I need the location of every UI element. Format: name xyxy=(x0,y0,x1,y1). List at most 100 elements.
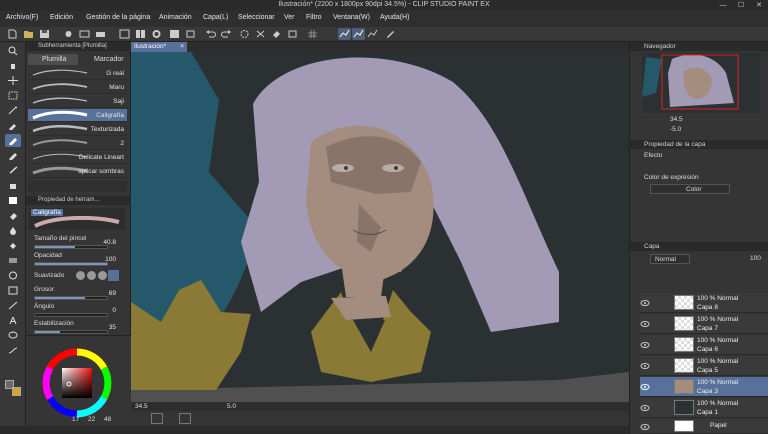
color-wheel[interactable] xyxy=(38,348,116,418)
thickness-slider[interactable] xyxy=(34,296,108,300)
menu-ventana[interactable]: Ventana(W) xyxy=(333,14,370,21)
snap-ruler-icon[interactable] xyxy=(338,28,351,40)
menu-capa[interactable]: Capa(L) xyxy=(203,14,228,21)
eyedropper-icon[interactable] xyxy=(5,119,21,132)
pen-tool-icon[interactable] xyxy=(5,134,21,147)
eye-icon[interactable] xyxy=(640,299,650,307)
expression-select[interactable]: Color xyxy=(650,184,730,194)
eye-icon[interactable] xyxy=(640,404,650,412)
eye-icon[interactable] xyxy=(640,320,650,328)
blend-mode-select[interactable]: Normal xyxy=(650,254,690,264)
pencil-tool-icon[interactable] xyxy=(5,149,21,162)
magic-wand-icon[interactable] xyxy=(5,104,21,117)
new-file-icon[interactable] xyxy=(6,28,19,40)
brush-item-selected[interactable]: Caligrafía xyxy=(28,109,127,122)
prop-brush-size[interactable]: Tamaño del pincel 40.8 xyxy=(34,235,130,252)
smoothing-option-icon[interactable] xyxy=(76,271,85,280)
eye-icon[interactable] xyxy=(640,423,650,431)
brush-item[interactable]: Maru xyxy=(28,81,127,94)
navigator-preview[interactable] xyxy=(642,53,760,113)
angle-slider[interactable] xyxy=(34,313,108,317)
tab-close-icon[interactable]: × xyxy=(180,42,184,52)
minimize-button[interactable]: — xyxy=(714,0,732,11)
snap-grid-icon[interactable] xyxy=(366,28,379,40)
shape-tool-icon[interactable] xyxy=(5,269,21,282)
settings-icon[interactable] xyxy=(150,28,163,40)
brush-item[interactable]: G real xyxy=(28,67,127,80)
menu-edicion[interactable]: Edición xyxy=(50,14,73,21)
menu-gestion-pagina[interactable]: Gestión de la página xyxy=(86,14,150,21)
snap-special-ruler-icon[interactable] xyxy=(352,28,365,40)
undo-icon[interactable] xyxy=(204,28,217,40)
layer-row-paper[interactable]: Papel xyxy=(640,419,768,434)
layer-row[interactable]: 100 % Normal Capa 5 xyxy=(640,356,768,376)
print-icon[interactable] xyxy=(94,28,107,40)
zoom-tool-icon[interactable] xyxy=(5,44,21,57)
ruler-tool-icon[interactable] xyxy=(5,299,21,312)
tab-marcador[interactable]: Marcador xyxy=(80,54,128,65)
menu-filtro[interactable]: Filtro xyxy=(306,14,322,21)
redo-icon[interactable] xyxy=(220,28,233,40)
brush-item[interactable]: Saji xyxy=(28,95,127,108)
smoothing-selected-icon[interactable] xyxy=(108,270,119,281)
layout-icon[interactable] xyxy=(118,28,131,40)
smoothing-option-icon[interactable] xyxy=(98,271,107,280)
document-tab[interactable]: Ilustración* × xyxy=(131,42,187,52)
tab-plumilla[interactable]: Plumilla xyxy=(28,54,78,65)
stabilization-slider[interactable] xyxy=(34,330,108,334)
menu-ver[interactable]: Ver xyxy=(284,14,295,21)
brush-tool-icon[interactable] xyxy=(5,164,21,177)
panel-icon[interactable] xyxy=(168,28,181,40)
hand-tool-icon[interactable] xyxy=(5,59,21,72)
text-tool-icon[interactable] xyxy=(5,314,21,327)
brush-item[interactable]: aplicar sombras xyxy=(28,165,127,178)
layer-row[interactable]: 100 % Normal Capa 7 xyxy=(640,314,768,334)
cloud-icon[interactable] xyxy=(62,28,75,40)
eye-icon[interactable] xyxy=(640,362,650,370)
eye-icon[interactable] xyxy=(640,341,650,349)
deselect-icon[interactable] xyxy=(254,28,267,40)
gradient-tool-icon[interactable] xyxy=(5,254,21,267)
frame-tool-icon[interactable] xyxy=(5,284,21,297)
selection-tool-icon[interactable] xyxy=(5,89,21,102)
smoothing-option-icon[interactable] xyxy=(87,271,96,280)
fill-icon[interactable] xyxy=(270,28,283,40)
brush-item[interactable]: Texturizada xyxy=(28,123,127,136)
sub-color-swatch[interactable] xyxy=(12,387,21,396)
canvas-fit-icon[interactable] xyxy=(179,413,191,424)
animation-icon[interactable] xyxy=(134,28,147,40)
brush-item[interactable]: Delicate Lineart xyxy=(28,151,127,164)
prop-smoothing[interactable]: Suavizado xyxy=(34,269,130,286)
blend-tool-icon[interactable] xyxy=(5,224,21,237)
brush-item[interactable]: 2 xyxy=(28,137,127,150)
fill-tool-icon[interactable] xyxy=(5,239,21,252)
move-tool-icon[interactable] xyxy=(5,74,21,87)
airbrush-tool-icon[interactable] xyxy=(5,179,21,192)
pen-icon[interactable] xyxy=(384,28,397,40)
export-icon[interactable] xyxy=(78,28,91,40)
menu-ayuda[interactable]: Ayuda(H) xyxy=(380,14,409,21)
prop-angle[interactable]: Ángulo 0 xyxy=(34,303,130,320)
stack-icon[interactable] xyxy=(184,28,197,40)
grid-icon[interactable] xyxy=(306,28,319,40)
opacity-slider[interactable] xyxy=(34,262,108,266)
close-button[interactable]: ✕ xyxy=(750,0,768,11)
brush-size-slider[interactable] xyxy=(34,245,108,249)
layer-row[interactable]: 100 % Normal Capa 1 xyxy=(640,398,768,418)
open-file-icon[interactable] xyxy=(22,28,35,40)
menu-archivo[interactable]: Archivo(F) xyxy=(6,14,38,21)
balloon-tool-icon[interactable] xyxy=(5,329,21,342)
layer-row-selected[interactable]: 100 % Normal Capa 3 xyxy=(640,377,768,397)
transform-icon[interactable] xyxy=(286,28,299,40)
prop-opacity[interactable]: Opacidad 100 xyxy=(34,252,130,269)
maximize-button[interactable]: ☐ xyxy=(732,0,750,11)
menu-seleccionar[interactable]: Seleccionar xyxy=(238,14,275,21)
loading-icon[interactable] xyxy=(238,28,251,40)
save-icon[interactable] xyxy=(38,28,51,40)
layer-row[interactable]: 100 % Normal Capa 8 xyxy=(640,293,768,313)
artwork-canvas[interactable] xyxy=(131,52,629,404)
menu-animacion[interactable]: Animación xyxy=(159,14,192,21)
correct-line-tool-icon[interactable] xyxy=(5,344,21,357)
layer-row[interactable]: 100 % Normal Capa 6 xyxy=(640,335,768,355)
eraser-tool-icon[interactable] xyxy=(5,209,21,222)
